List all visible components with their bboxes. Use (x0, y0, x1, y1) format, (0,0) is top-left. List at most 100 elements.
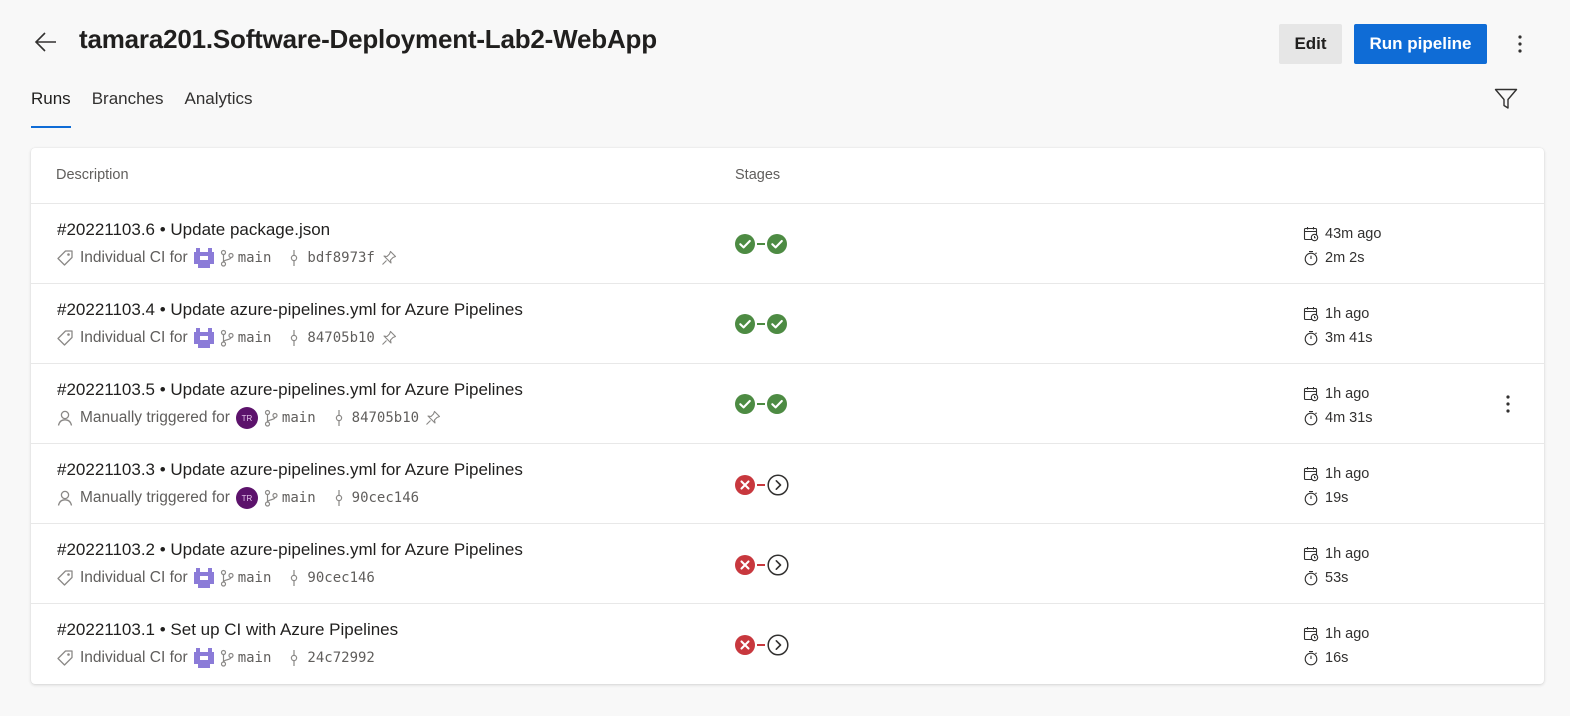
stage-skipped-icon[interactable] (767, 474, 789, 496)
stages (735, 634, 789, 656)
avatar-identicon (193, 248, 214, 268)
commit-id: 90cec146 (351, 490, 420, 506)
duration: 4m 31s (1325, 410, 1373, 426)
branch-icon (264, 409, 278, 427)
commit-icon (289, 249, 299, 267)
stage-connector (757, 484, 765, 486)
table-body: #20221103.6 • Update package.json Indivi… (31, 204, 1544, 684)
run-meta: Individual CI for main 24c72992 (56, 647, 375, 669)
stage-failed-icon[interactable] (735, 555, 755, 575)
stage-succeeded-icon[interactable] (735, 234, 755, 254)
avatar: TR (235, 487, 258, 509)
commit-icon (334, 489, 344, 507)
stopwatch-icon (1303, 570, 1319, 586)
stage-connector (757, 243, 765, 245)
more-vertical-icon (1518, 35, 1522, 53)
stages (735, 474, 789, 496)
run-title[interactable]: #20221103.4 • Update azure-pipelines.yml… (57, 300, 523, 320)
stages (735, 234, 787, 254)
branch-icon (220, 249, 234, 267)
commit-id: 84705b10 (351, 410, 420, 426)
calendar-clock-icon (1303, 466, 1319, 482)
page-title: tamara201.Software-Deployment-Lab2-WebAp… (79, 24, 657, 54)
run-times: 1h ago 16s (1303, 622, 1369, 670)
stopwatch-icon (1303, 410, 1319, 426)
column-header-description: Description (56, 167, 129, 183)
avatar-identicon (193, 648, 214, 668)
more-actions-button[interactable] (1506, 28, 1534, 60)
run-title[interactable]: #20221103.1 • Set up CI with Azure Pipel… (57, 620, 398, 640)
table-row[interactable]: #20221103.4 • Update azure-pipelines.yml… (31, 284, 1544, 364)
avatar-identicon (193, 328, 214, 348)
commit-icon (334, 409, 344, 427)
run-times: 43m ago 2m 2s (1303, 222, 1381, 270)
branch-name: main (281, 410, 316, 426)
stage-succeeded-icon[interactable] (767, 394, 787, 414)
tab-branches[interactable]: Branches (92, 86, 164, 128)
run-times: 1h ago 4m 31s (1303, 382, 1373, 430)
run-meta: Manually triggered for TR main 90cec146 (56, 487, 419, 509)
table-row[interactable]: #20221103.1 • Set up CI with Azure Pipel… (31, 604, 1544, 684)
run-title[interactable]: #20221103.5 • Update azure-pipelines.yml… (57, 380, 523, 400)
run-pipeline-button[interactable]: Run pipeline (1354, 24, 1487, 64)
pin-icon[interactable] (381, 250, 397, 266)
page-header: tamara201.Software-Deployment-Lab2-WebAp… (0, 0, 1570, 80)
tag-icon (56, 329, 74, 347)
started-time: 1h ago (1325, 306, 1370, 322)
calendar-clock-icon (1303, 306, 1319, 322)
edit-button[interactable]: Edit (1279, 24, 1342, 64)
stage-succeeded-icon[interactable] (767, 314, 787, 334)
avatar-identicon (193, 568, 214, 588)
stage-failed-icon[interactable] (735, 475, 755, 495)
back-button[interactable] (30, 26, 62, 58)
table-header: Description Stages (31, 148, 1544, 204)
calendar-clock-icon (1303, 546, 1319, 562)
branch-icon (220, 329, 234, 347)
calendar-clock-icon (1303, 226, 1319, 242)
table-row[interactable]: #20221103.6 • Update package.json Indivi… (31, 204, 1544, 284)
stage-failed-icon[interactable] (735, 635, 755, 655)
stage-succeeded-icon[interactable] (735, 314, 755, 334)
branch-icon (264, 489, 278, 507)
tab-runs[interactable]: Runs (31, 86, 71, 128)
calendar-clock-icon (1303, 386, 1319, 402)
trigger-reason: Manually triggered for (80, 409, 230, 426)
stopwatch-icon (1303, 650, 1319, 666)
branch-name: main (237, 650, 272, 666)
table-row[interactable]: #20221103.2 • Update azure-pipelines.yml… (31, 524, 1544, 604)
commit-icon (289, 649, 299, 667)
tab-bar: Runs Branches Analytics (31, 86, 274, 128)
stage-succeeded-icon[interactable] (767, 234, 787, 254)
stage-connector (757, 564, 765, 566)
pin-icon[interactable] (381, 330, 397, 346)
trigger-reason: Individual CI for (80, 569, 188, 586)
run-times: 1h ago 19s (1303, 462, 1369, 510)
run-title[interactable]: #20221103.2 • Update azure-pipelines.yml… (57, 540, 523, 560)
run-times: 1h ago 3m 41s (1303, 302, 1373, 350)
stage-connector (757, 644, 765, 646)
more-vertical-icon (1506, 395, 1510, 413)
started-time: 1h ago (1325, 386, 1370, 402)
filter-button[interactable] (1490, 84, 1522, 114)
commit-id: 90cec146 (307, 570, 375, 586)
stage-skipped-icon[interactable] (767, 554, 789, 576)
run-meta: Individual CI for main 84705b10 (56, 327, 397, 349)
tab-analytics[interactable]: Analytics (185, 86, 253, 128)
branch-name: main (237, 250, 272, 266)
pin-icon[interactable] (425, 410, 441, 426)
row-more-actions-button[interactable] (1498, 390, 1518, 418)
table-row[interactable]: #20221103.5 • Update azure-pipelines.yml… (31, 364, 1544, 444)
stage-succeeded-icon[interactable] (735, 394, 755, 414)
run-title[interactable]: #20221103.3 • Update azure-pipelines.yml… (57, 460, 523, 480)
started-time: 1h ago (1325, 626, 1370, 642)
duration: 19s (1325, 490, 1349, 506)
table-row[interactable]: #20221103.3 • Update azure-pipelines.yml… (31, 444, 1544, 524)
started-time: 43m ago (1325, 226, 1382, 242)
branch-name: main (281, 490, 316, 506)
run-title[interactable]: #20221103.6 • Update package.json (57, 220, 330, 240)
stage-skipped-icon[interactable] (767, 634, 789, 656)
commit-id: bdf8973f (307, 250, 375, 266)
runs-table: Description Stages #20221103.6 • Update … (31, 148, 1544, 684)
trigger-reason: Manually triggered for (80, 489, 230, 506)
avatar: TR (235, 407, 258, 429)
